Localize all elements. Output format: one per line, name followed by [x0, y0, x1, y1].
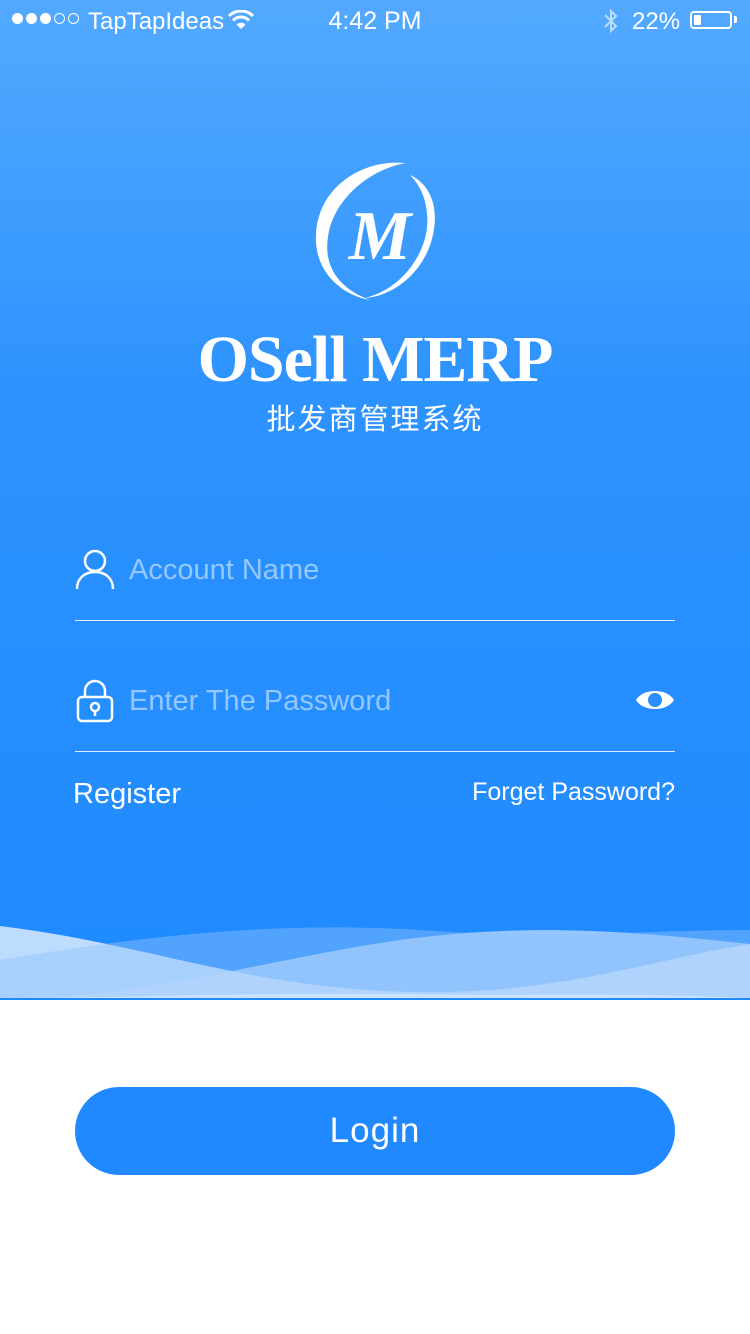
password-field [75, 671, 675, 752]
osell-logo-icon: M [315, 162, 435, 300]
app-name: OSell MERP [197, 323, 554, 396]
logo-letter: M [348, 198, 414, 275]
account-name-input[interactable] [129, 550, 609, 590]
login-button[interactable]: Login [75, 1087, 675, 1175]
status-bar: TapTapIdeas 4:42 PM 22% [0, 0, 750, 40]
user-icon [75, 549, 115, 590]
forget-password-link[interactable]: Forget Password? [472, 778, 675, 807]
battery-percent: 22% [632, 8, 681, 35]
eye-icon[interactable] [635, 685, 675, 715]
login-hero-background [0, 0, 750, 1000]
bluetooth-icon [604, 8, 618, 34]
lock-icon [76, 679, 114, 723]
battery-icon [690, 11, 732, 29]
register-link[interactable]: Register [73, 778, 181, 811]
wave-decoration [0, 926, 750, 999]
battery-cap [734, 16, 737, 23]
app-subtitle: 批发商管理系统 [266, 404, 484, 436]
password-input[interactable] [129, 681, 609, 721]
account-field [75, 540, 675, 621]
